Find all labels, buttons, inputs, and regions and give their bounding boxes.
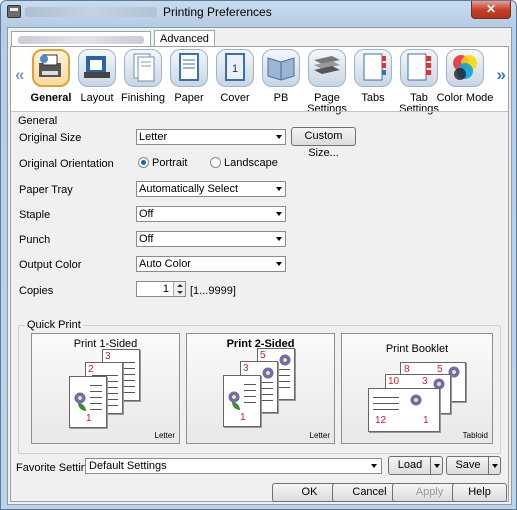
selected-value: Letter [139,131,168,143]
help-button[interactable]: Help [452,483,507,502]
selected-value: Off [139,208,154,220]
function-label: Color Mode [436,92,494,104]
scroll-right-icon[interactable]: » [497,65,506,85]
tab-redacted[interactable] [11,31,151,47]
quick-print-1-sided[interactable]: Print 1-Sided 3 2 1 Letter [31,333,180,444]
general-icon [32,49,70,87]
tabs-icon [354,49,392,87]
color-mode-icon [446,49,484,87]
page-thumb: 12 1 [368,388,440,432]
quick-print-label: Quick Print [25,319,83,331]
spinner-arrows-icon[interactable] [173,282,185,296]
selected-value: Off [139,233,154,245]
selected-value: Default Settings [89,460,167,472]
chevron-down-icon [371,464,377,468]
paper-icon [170,49,208,87]
chevron-down-icon [276,237,282,241]
svg-text:1: 1 [232,63,238,75]
quick-print-booklet[interactable]: Print Booklet 85 10 3 12 1 Tabloid [341,333,493,444]
chevron-down-icon [276,262,282,266]
output-color-select[interactable]: Auto Color [136,256,286,272]
window-title: Printing Preferences [163,5,272,19]
paper-size-label: Letter [309,431,330,440]
redacted-printer-name [25,7,157,17]
chevron-down-icon[interactable] [430,457,442,474]
landscape-radio[interactable] [210,157,221,168]
function-color-mode[interactable]: Color Mode [437,47,493,109]
redacted-tab-label [18,36,144,44]
page-thumb: 1 [223,375,261,427]
tab-advanced[interactable]: Advanced [154,30,215,47]
load-button[interactable]: Load [388,456,443,475]
layout-icon [78,49,116,87]
dialog-client: Advanced « General Layout Finishing Pape… [7,27,512,505]
cover-icon: 1 [216,49,254,87]
close-button[interactable]: ✕ [471,1,511,19]
output-color-label: Output Color [19,259,82,271]
landscape-label[interactable]: Landscape [224,157,278,169]
punch-label: Punch [19,234,51,246]
chevron-down-icon [276,187,282,191]
paper-tray-label: Paper Tray [19,184,73,196]
title-bar[interactable]: Printing Preferences ✕ [1,1,516,23]
quick-print-caption: Print Booklet [385,343,449,355]
original-size-select[interactable]: Letter [136,129,286,145]
paper-size-label: Letter [154,431,175,440]
function-icon-bar: « General Layout Finishing Paper 1 Cover… [11,47,508,115]
portrait-radio[interactable] [138,157,149,168]
paper-tray-select[interactable]: Automatically Select [136,181,286,197]
staple-select[interactable]: Off [136,206,286,222]
printing-preferences-window: Printing Preferences ✕ Advanced « Genera… [0,0,517,510]
paper-size-label: Tabloid [462,431,488,440]
finishing-icon [124,49,162,87]
staple-label: Staple [19,209,51,221]
copies-value: 1 [162,283,169,295]
custom-size-button[interactable]: Custom Size... [291,127,356,159]
selected-value: Automatically Select [139,183,239,195]
portrait-label[interactable]: Portrait [152,157,187,169]
copies-range: [1...9999] [190,285,236,297]
advanced-panel: « General Layout Finishing Paper 1 Cover… [10,46,509,502]
chevron-down-icon [276,135,282,139]
chevron-down-icon [276,212,282,216]
chevron-down-icon[interactable] [488,457,500,474]
favorite-setting-label: Favorite Setting [16,462,94,474]
divider [11,111,508,112]
original-size-label: Original Size [19,132,82,144]
page-thumb: 1 [69,376,107,428]
punch-select[interactable]: Off [136,231,286,247]
page-settings-icon [308,49,346,87]
scroll-left-icon[interactable]: « [15,65,24,85]
printer-app-icon [7,5,21,18]
original-orientation-label: Original Orientation [19,158,114,170]
save-button[interactable]: Save [446,456,501,475]
selected-value: Auto Color [139,258,191,270]
tab-settings-icon [400,49,438,87]
copies-spinner[interactable]: 1 [136,281,186,297]
copies-label: Copies [19,285,54,297]
favorite-setting-select[interactable]: Default Settings [85,458,382,474]
general-group-label: General [18,115,58,127]
perfect-binding-icon [262,49,300,87]
close-icon: ✕ [485,2,497,16]
quick-print-2-sided[interactable]: Print 2-Sided 5 3 1 Letter [186,333,335,444]
